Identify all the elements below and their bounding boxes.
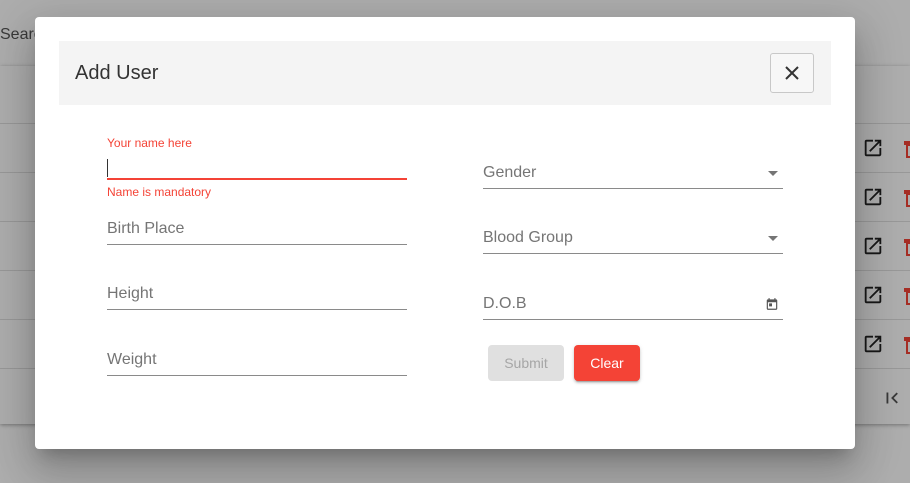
weight-placeholder: Weight [107, 351, 157, 368]
blood-group-underline [483, 253, 783, 254]
calendar-icon[interactable] [765, 297, 779, 311]
birth-place-placeholder: Birth Place [107, 220, 185, 237]
weight-field[interactable]: Weight [107, 342, 407, 376]
height-underline [107, 309, 407, 310]
birth-place-field[interactable]: Birth Place [107, 211, 407, 245]
birth-place-underline [107, 244, 407, 245]
dialog-title: Add User [75, 62, 159, 84]
blood-group-placeholder: Blood Group [483, 229, 573, 246]
gender-placeholder: Gender [483, 164, 537, 181]
weight-underline [107, 375, 407, 376]
dob-underline [483, 319, 783, 320]
name-field[interactable]: Your name here [107, 136, 407, 180]
close-icon [785, 66, 799, 80]
submit-button[interactable]: Submit [488, 345, 564, 381]
chevron-down-icon [768, 171, 778, 176]
dialog-header: Add User [59, 41, 831, 105]
gender-select[interactable]: Gender [483, 155, 783, 189]
clear-button[interactable]: Clear [574, 345, 640, 381]
gender-underline [483, 188, 783, 189]
dob-placeholder: D.O.B [483, 295, 527, 312]
chevron-down-icon [768, 236, 778, 241]
add-user-dialog: Add User Your name here Name is mandator… [35, 17, 855, 449]
close-button[interactable] [770, 53, 814, 93]
blood-group-select[interactable]: Blood Group [483, 220, 783, 254]
dob-field[interactable]: D.O.B [483, 286, 783, 320]
text-caret [107, 159, 108, 177]
name-field-underline [107, 178, 407, 180]
name-error-message: Name is mandatory [107, 185, 212, 199]
height-placeholder: Height [107, 285, 154, 302]
name-field-label: Your name here [107, 136, 192, 150]
height-field[interactable]: Height [107, 276, 407, 310]
